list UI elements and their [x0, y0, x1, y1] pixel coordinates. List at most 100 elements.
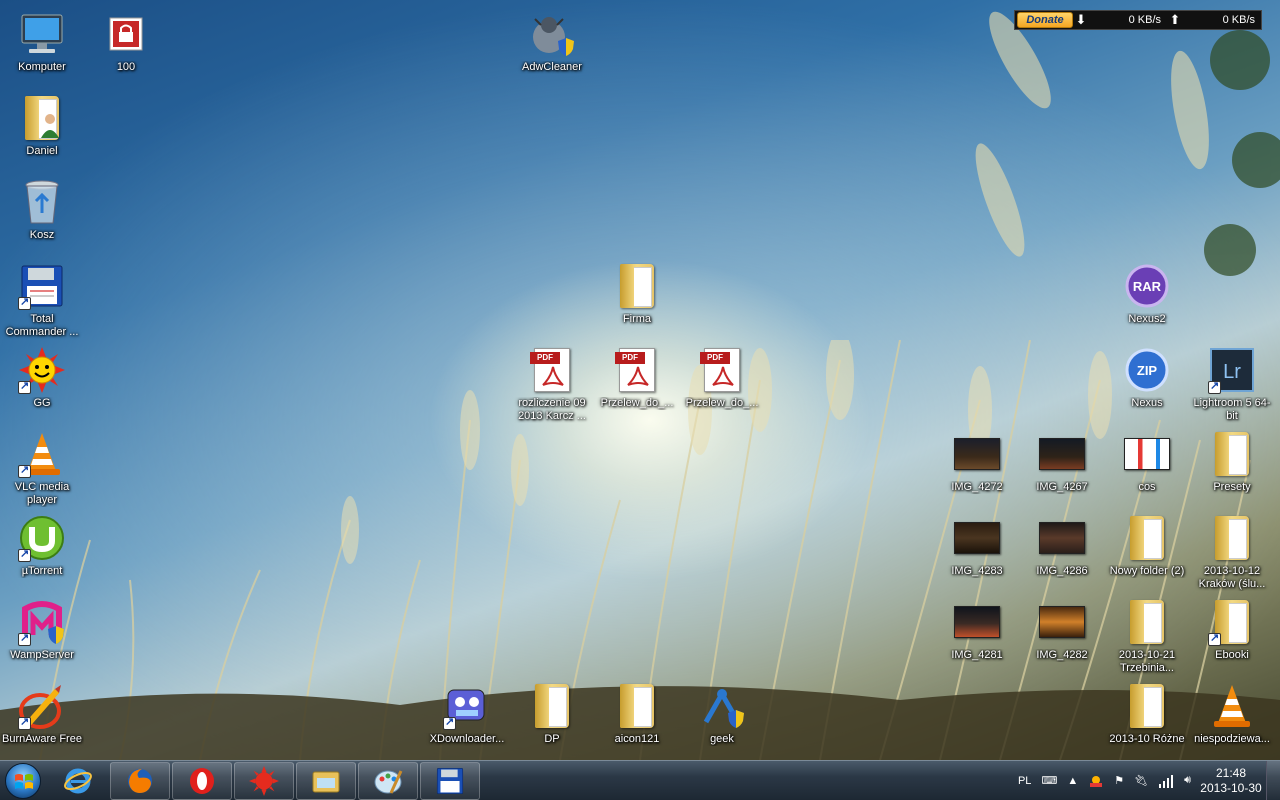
opera-icon	[190, 767, 214, 794]
floppy-disk-icon	[436, 767, 464, 794]
icon-label: AdwCleaner	[522, 61, 582, 73]
winrar-icon: RAR	[1123, 262, 1171, 310]
folder-icon	[1123, 598, 1171, 646]
language-indicator[interactable]: PL	[1018, 775, 1031, 787]
power-plug-icon[interactable]: 🔌︎	[1134, 774, 1148, 787]
taskbar-explorer[interactable]	[296, 761, 356, 800]
desktop-icon-kosz[interactable]: Kosz	[0, 172, 84, 256]
icon-label: Przelew_do_...	[685, 397, 759, 409]
desktop-icon-pdf-przelew-1[interactable]: PDF Przelew_do_...	[595, 340, 679, 424]
keyboard-icon[interactable]: ⌨	[1041, 774, 1057, 787]
action-center-flag-icon[interactable]: ⚑	[1114, 774, 1124, 787]
donate-button[interactable]: Donate	[1017, 12, 1073, 28]
desktop-icon-total-commander[interactable]: Total Commander ...	[0, 256, 84, 340]
icon-label: Firma	[622, 313, 652, 325]
desktop-icon-xdownloader[interactable]: XDownloader...	[425, 676, 509, 760]
geek-uninstaller-icon	[698, 682, 746, 730]
taskbar-paint[interactable]	[358, 761, 418, 800]
desktop-icon-img-4282[interactable]: IMG_4282	[1020, 592, 1104, 676]
internet-explorer-icon	[64, 768, 92, 793]
clock[interactable]: 21:48 2013-10-30	[1196, 766, 1266, 796]
computer-icon	[18, 10, 66, 58]
network-meter: Donate ⬇ 0 KB/s ⬆ 0 KB/s	[1014, 10, 1262, 30]
desktop-icon-gg[interactable]: GG	[0, 340, 84, 424]
pdf-file-icon: PDF	[698, 346, 746, 394]
desktop-icon-adwcleaner[interactable]: AdwCleaner	[510, 4, 594, 88]
uac-shield-icon	[558, 38, 574, 56]
folder-icon	[613, 682, 661, 730]
icon-label: Total Commander ...	[5, 313, 79, 338]
desktop-icon-img-4283[interactable]: IMG_4283	[935, 508, 1019, 592]
desktop-icon-img-4286[interactable]: IMG_4286	[1020, 508, 1104, 592]
svg-text:ZIP: ZIP	[1137, 363, 1158, 378]
shortcut-arrow-icon	[18, 295, 31, 310]
desktop-icon-komputer[interactable]: Komputer	[0, 4, 84, 88]
desktop-icon-nexus2[interactable]: RAR Nexus2	[1105, 256, 1189, 340]
uac-shield-icon	[48, 626, 64, 644]
desktop-icon-pdf-rozliczenie[interactable]: PDF rozliczenie 09 2013 Karcz ...	[510, 340, 594, 424]
vlc-cone-icon	[1208, 682, 1256, 730]
volume-icon[interactable]: 🔊︎	[1184, 774, 1191, 787]
desktop-icon-daniel[interactable]: Daniel	[0, 88, 84, 172]
desktop-icon-burnaware[interactable]: BurnAware Free	[0, 676, 84, 760]
icon-label: 2013-10-12 Kraków (ślu...	[1198, 565, 1266, 590]
desktop-icon-nexus[interactable]: ZIP Nexus	[1105, 340, 1189, 424]
desktop-icon-trzebinia[interactable]: 2013-10-21 Trzebinia...	[1105, 592, 1189, 676]
desktop-icon-lightroom[interactable]: Lr Lightroom 5 64-bit	[1190, 340, 1274, 424]
shortcut-arrow-icon	[18, 463, 31, 478]
desktop-icon-img-4267[interactable]: IMG_4267	[1020, 424, 1104, 508]
network-signal-icon[interactable]	[1158, 774, 1174, 788]
desktop-icon-img-4281[interactable]: IMG_4281	[935, 592, 1019, 676]
desktop-icon-img-4272[interactable]: IMG_4272	[935, 424, 1019, 508]
clock-time: 21:48	[1215, 765, 1247, 780]
taskbar-gg[interactable]	[234, 761, 294, 800]
shortcut-arrow-icon	[18, 715, 31, 730]
svg-text:RAR: RAR	[1133, 279, 1162, 294]
icon-label: µTorrent	[21, 565, 63, 577]
system-tray: PL ⌨ ▲ ⚑ 🔌︎ 🔊︎ 21:48 2013-10-30	[1013, 760, 1280, 800]
taskbar-firefox[interactable]	[110, 761, 170, 800]
show-hidden-icons-icon[interactable]: ▲	[1067, 775, 1078, 787]
icon-label: rozliczenie 09 2013 Karcz ...	[518, 397, 586, 422]
desktop-icon-cos[interactable]: cos	[1105, 424, 1189, 508]
icon-label: Przelew_do_...	[600, 397, 674, 409]
folder-icon	[1208, 598, 1256, 646]
desktop-icon-dp[interactable]: DP	[510, 676, 594, 760]
icon-label: WampServer	[10, 649, 74, 661]
desktop-icon-krakow[interactable]: 2013-10-12 Kraków (ślu...	[1190, 508, 1274, 592]
recycle-bin-icon	[18, 178, 66, 226]
desktop-icon-utorrent[interactable]: µTorrent	[0, 508, 84, 592]
desktop-icon-presety[interactable]: Presety	[1190, 424, 1274, 508]
desktop-icon-rozne[interactable]: 2013-10 Różne	[1105, 676, 1189, 760]
desktop-icon-wampserver[interactable]: WampServer	[0, 592, 84, 676]
taskbar-total-commander[interactable]	[420, 761, 480, 800]
desktop-icon-firma[interactable]: Firma	[595, 256, 679, 340]
desktop-icon-100[interactable]: 100	[84, 4, 168, 88]
desktop-icon-ebooki[interactable]: Ebooki	[1190, 592, 1274, 676]
desktop-icon-niespodzianka[interactable]: niespodziewa...	[1190, 676, 1274, 760]
sun-smiley-icon	[18, 346, 66, 394]
wampserver-icon	[18, 598, 66, 646]
taskbar-opera[interactable]	[172, 761, 232, 800]
upload-arrow-icon: ⬆	[1169, 12, 1181, 27]
download-rate: 0 KB/s	[1128, 14, 1161, 26]
wallpaper-top-grass	[975, 11, 1280, 276]
desktop-icon-pdf-przelew-2[interactable]: PDF Przelew_do_...	[680, 340, 764, 424]
show-desktop-button[interactable]	[1266, 760, 1280, 800]
start-button[interactable]	[0, 761, 46, 800]
icon-label: geek	[710, 733, 734, 745]
icon-label: Kosz	[29, 229, 55, 241]
icon-label: IMG_4286	[1036, 565, 1088, 577]
adwcleaner-icon	[528, 10, 576, 58]
icon-label: 2013-10 Różne	[1109, 733, 1185, 745]
xdownloader-icon	[443, 682, 491, 730]
floppy-disk-icon	[18, 262, 66, 310]
taskbar-internet-explorer[interactable]	[48, 762, 108, 800]
icon-label: GG	[33, 397, 51, 409]
desktop-icon-aicon121[interactable]: aicon121	[595, 676, 679, 760]
desktop-icon-geek[interactable]: geek	[680, 676, 764, 760]
weather-icon[interactable]	[1088, 773, 1104, 789]
desktop-icon-vlc[interactable]: VLC media player	[0, 424, 84, 508]
folder-icon	[1208, 430, 1256, 478]
desktop-icon-nowy-folder[interactable]: Nowy folder (2)	[1105, 508, 1189, 592]
